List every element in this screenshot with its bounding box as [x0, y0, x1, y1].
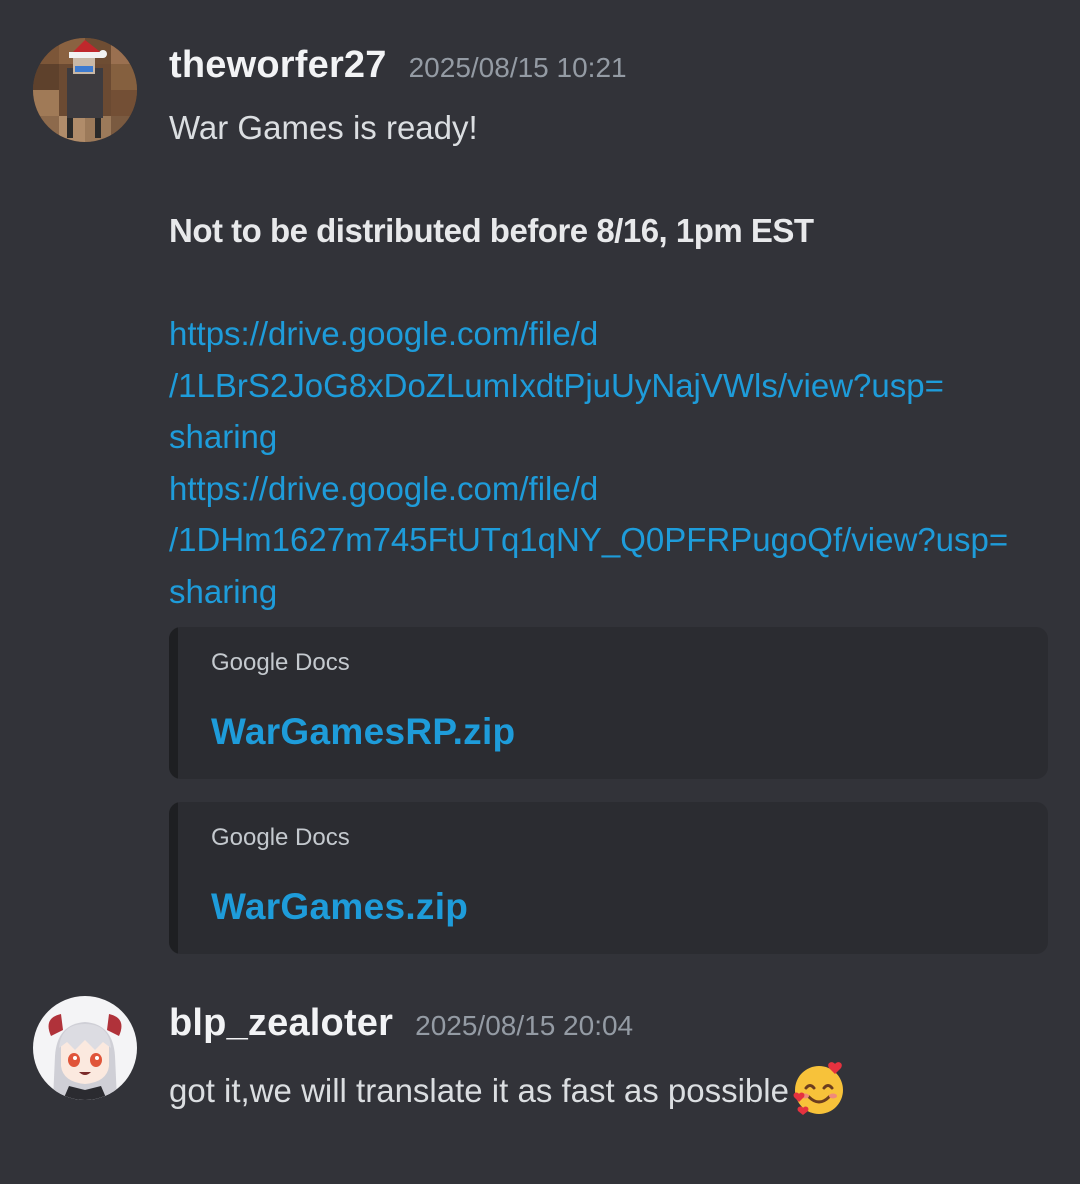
embed-provider[interactable]: Google Docs: [211, 649, 350, 677]
avatar-theworfer27[interactable]: [33, 38, 137, 142]
embed-title[interactable]: WarGamesRP.zip: [211, 711, 515, 753]
username[interactable]: blp_zealoter: [169, 1002, 393, 1045]
link-line[interactable]: sharing: [169, 411, 1050, 463]
link-line[interactable]: /1LBrS2JoG8xDoZLumIxdtPjuUyNajVWls/view?…: [169, 360, 1050, 412]
timestamp: 2025/08/15 20:04: [415, 1010, 634, 1041]
link-drive-1[interactable]: https://drive.google.com/file/d /1LBrS2J…: [169, 308, 1050, 463]
link-line[interactable]: sharing: [169, 566, 1050, 618]
embed-accent-bar: [169, 802, 178, 954]
link-embed-wargames: Google Docs WarGames.zip: [169, 802, 1048, 954]
message-text-bold: Not to be distributed before 8/16, 1pm E…: [169, 212, 814, 249]
link-drive-2[interactable]: https://drive.google.com/file/d /1DHm162…: [169, 463, 1050, 618]
link-line[interactable]: https://drive.google.com/file/d: [169, 463, 1050, 515]
message-text: War Games is ready!: [169, 109, 478, 146]
message-text-row: got it,we will translate it as fast as p…: [169, 1060, 1050, 1131]
embed-provider[interactable]: Google Docs: [211, 824, 350, 852]
timestamp: 2025/08/15 10:21: [408, 52, 627, 83]
link-line[interactable]: /1DHm1627m745FtUTq1qNY_Q0PFRPugoQf/view?…: [169, 514, 1050, 566]
embed-accent-bar: [169, 627, 178, 779]
avatar-blp-zealoter[interactable]: [33, 996, 137, 1100]
embed-title[interactable]: WarGames.zip: [211, 886, 468, 928]
message-header: blp_zealoter 2025/08/15 20:04: [169, 996, 1050, 1060]
smiling-face-with-hearts-icon: [791, 1060, 847, 1131]
link-embed-wargamesrp: Google Docs WarGamesRP.zip: [169, 627, 1048, 779]
link-line[interactable]: https://drive.google.com/file/d: [169, 308, 1050, 360]
message-text: got it,we will translate it as fast as p…: [169, 1072, 789, 1109]
message-header: theworfer27 2025/08/15 10:21: [169, 38, 1050, 102]
username[interactable]: theworfer27: [169, 44, 387, 87]
